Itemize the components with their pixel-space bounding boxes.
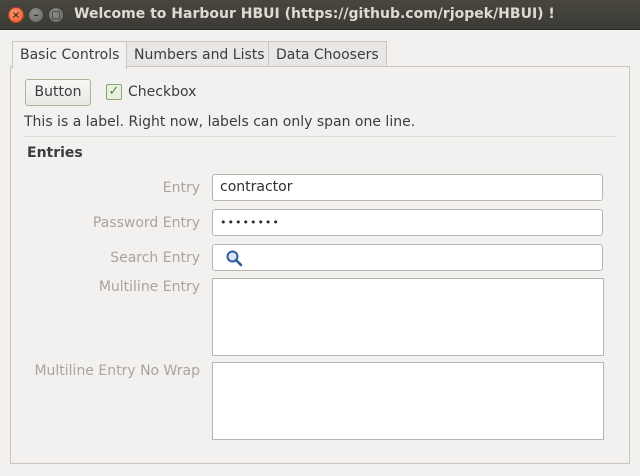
close-icon[interactable]: × <box>8 7 24 23</box>
password-entry-field[interactable]: •••••••• <box>212 209 603 236</box>
tab-numbers-and-lists[interactable]: Numbers and Lists <box>126 41 273 68</box>
multiline-nowrap-field[interactable] <box>212 362 604 440</box>
info-label: This is a label. Right now, labels can o… <box>24 114 416 130</box>
tab-data-choosers[interactable]: Data Choosers <box>268 41 387 68</box>
multiline-entry-field[interactable] <box>212 278 604 356</box>
search-icon <box>226 250 243 267</box>
multiline-entry-label: Multiline Entry <box>98 279 200 295</box>
multiline-nowrap-label: Multiline Entry No Wrap <box>34 363 200 379</box>
window-title: Welcome to Harbour HBUI (https://github.… <box>74 6 555 22</box>
maximize-icon[interactable]: □ <box>48 7 64 23</box>
separator <box>24 136 615 137</box>
title-bar: × – □ Welcome to Harbour HBUI (https://g… <box>0 0 640 30</box>
minimize-icon[interactable]: – <box>28 7 44 23</box>
password-entry-label: Password Entry <box>92 215 200 231</box>
checkbox-label[interactable]: Checkbox <box>128 84 196 100</box>
search-entry-field[interactable] <box>212 244 603 271</box>
checkbox[interactable]: ✓ <box>106 84 122 100</box>
demo-button[interactable]: Button <box>25 79 91 106</box>
entry-label: Entry <box>162 180 200 196</box>
entry-field[interactable]: contractor <box>212 174 603 201</box>
tab-basic-controls[interactable]: Basic Controls <box>12 41 128 69</box>
entries-section-title: Entries <box>27 145 83 161</box>
search-entry-label: Search Entry <box>110 250 200 266</box>
